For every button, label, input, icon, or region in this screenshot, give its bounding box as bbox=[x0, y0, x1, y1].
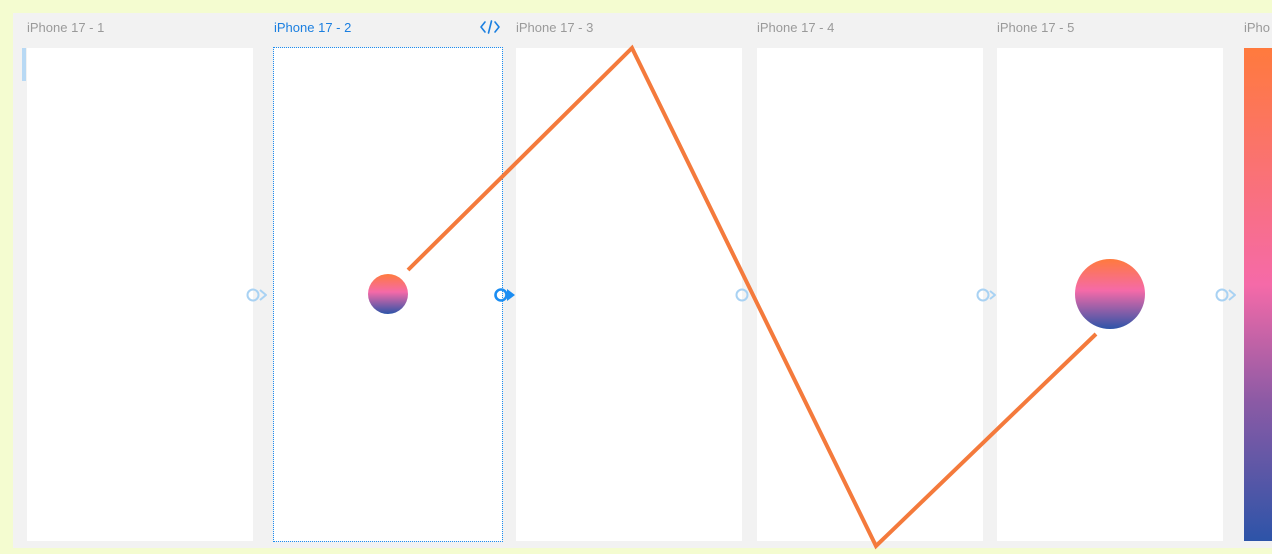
frame-label-3[interactable]: iPhone 17 - 3 bbox=[516, 20, 593, 36]
prototype-connector-icon[interactable] bbox=[245, 287, 275, 303]
iphone-frame-3[interactable] bbox=[516, 48, 742, 541]
iphone-frame-4[interactable] bbox=[757, 48, 983, 541]
frame-label-2[interactable]: iPhone 17 - 2 bbox=[274, 20, 351, 36]
iphone-frame-5[interactable] bbox=[997, 48, 1223, 541]
frame-label-1[interactable]: iPhone 17 - 1 bbox=[27, 20, 104, 36]
frame-selection-indicator bbox=[22, 48, 26, 81]
prototype-connector-icon[interactable] bbox=[975, 287, 1005, 303]
frame-label-5[interactable]: iPhone 17 - 5 bbox=[997, 20, 1074, 36]
prototype-connector-icon[interactable] bbox=[1214, 287, 1244, 303]
code-icon[interactable] bbox=[478, 18, 502, 36]
prototype-connector-icon[interactable] bbox=[734, 287, 764, 303]
frame-label-6[interactable]: iPho bbox=[1244, 20, 1270, 36]
frame-label-4[interactable]: iPhone 17 - 4 bbox=[757, 20, 834, 36]
iphone-frame-6[interactable] bbox=[1244, 48, 1272, 541]
iphone-frame-2[interactable] bbox=[273, 47, 503, 542]
iphone-frame-1[interactable] bbox=[27, 48, 253, 541]
prototype-connector-icon-active[interactable] bbox=[493, 287, 523, 303]
